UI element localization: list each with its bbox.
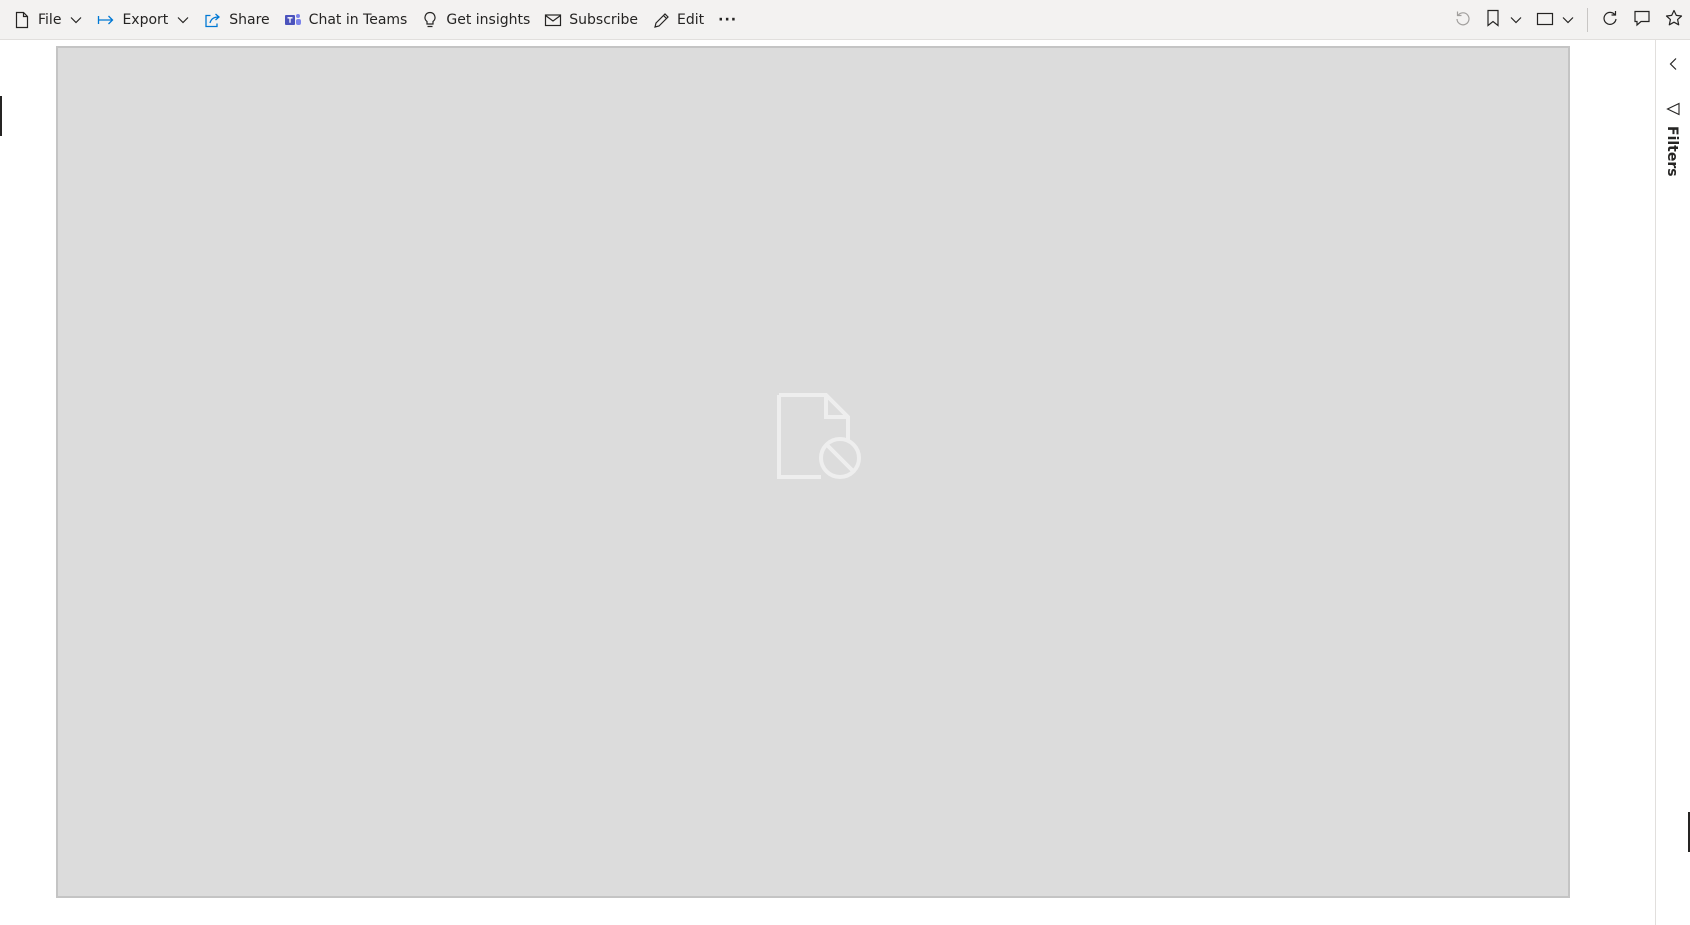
chevron-down-icon bbox=[1562, 16, 1574, 24]
undo-icon bbox=[1454, 9, 1472, 31]
mail-icon bbox=[544, 11, 562, 29]
share-button[interactable]: Share bbox=[197, 4, 276, 36]
blocked-file-icon bbox=[776, 390, 868, 482]
refresh-button[interactable] bbox=[1594, 4, 1626, 36]
file-menu-label: File bbox=[38, 12, 62, 28]
report-page[interactable] bbox=[56, 46, 1570, 898]
file-icon bbox=[13, 11, 31, 29]
export-arrow-icon bbox=[97, 11, 115, 29]
view-icon bbox=[1536, 11, 1554, 30]
subscribe-label: Subscribe bbox=[569, 12, 639, 28]
share-icon bbox=[204, 11, 222, 29]
chat-in-teams-button[interactable]: Chat in Teams bbox=[277, 4, 415, 36]
more-options-label: ··· bbox=[718, 12, 738, 28]
comment-button[interactable] bbox=[1626, 4, 1658, 36]
get-insights-button[interactable]: Get insights bbox=[414, 4, 537, 36]
expand-filters-button[interactable] bbox=[1664, 56, 1682, 74]
chevron-left-icon bbox=[1668, 56, 1678, 75]
chevron-down-icon bbox=[69, 13, 83, 27]
more-options-button[interactable]: ··· bbox=[711, 4, 744, 36]
report-viewer: File Export Share Chat in Teams Get insi… bbox=[0, 0, 1690, 925]
funnel-icon bbox=[1665, 101, 1681, 117]
export-menu-label: Export bbox=[122, 12, 169, 28]
star-icon bbox=[1665, 9, 1683, 31]
teams-icon bbox=[284, 11, 302, 29]
toolbar-divider bbox=[1587, 8, 1588, 32]
view-button[interactable] bbox=[1529, 4, 1581, 36]
report-canvas-area bbox=[0, 40, 1655, 925]
comment-icon bbox=[1633, 9, 1651, 31]
filters-pane: Filters bbox=[1655, 40, 1690, 925]
edit-button[interactable]: Edit bbox=[645, 4, 711, 36]
favorite-button[interactable] bbox=[1658, 4, 1690, 36]
subscribe-button[interactable]: Subscribe bbox=[537, 4, 645, 36]
file-menu-button[interactable]: File bbox=[6, 4, 90, 36]
page-navigation-marker bbox=[0, 96, 2, 136]
chevron-down-icon bbox=[1510, 16, 1522, 24]
bookmark-button[interactable] bbox=[1479, 4, 1529, 36]
action-bar: File Export Share Chat in Teams Get insi… bbox=[0, 0, 1690, 40]
edit-label: Edit bbox=[677, 12, 705, 28]
action-bar-right bbox=[1447, 0, 1690, 40]
filters-pane-label[interactable]: Filters bbox=[1664, 126, 1680, 177]
reset-button[interactable] bbox=[1447, 4, 1479, 36]
chat-in-teams-label: Chat in Teams bbox=[308, 12, 408, 28]
pencil-icon bbox=[652, 11, 670, 29]
get-insights-label: Get insights bbox=[446, 12, 531, 28]
share-label: Share bbox=[229, 12, 270, 28]
refresh-icon bbox=[1601, 9, 1619, 31]
export-menu-button[interactable]: Export bbox=[90, 4, 197, 36]
lightbulb-icon bbox=[421, 11, 439, 29]
chevron-down-icon bbox=[176, 13, 190, 27]
action-bar-left: File Export Share Chat in Teams Get insi… bbox=[6, 0, 744, 40]
bookmark-icon bbox=[1486, 9, 1500, 31]
